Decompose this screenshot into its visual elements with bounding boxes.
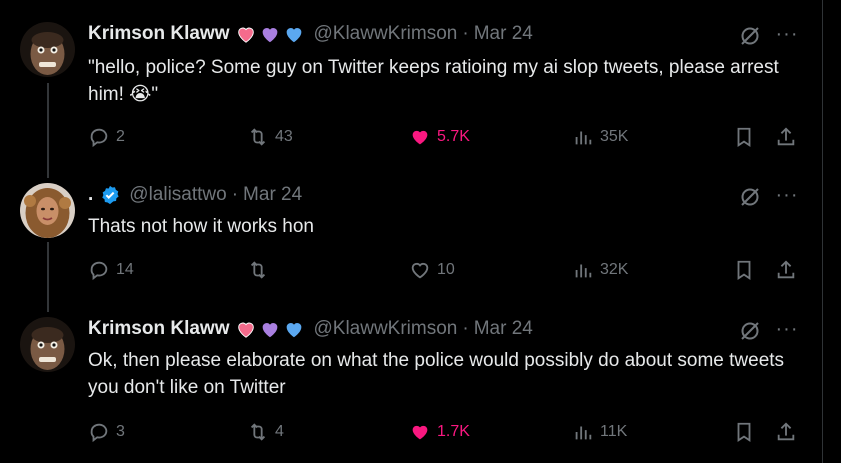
like-button[interactable]: 5.7K — [409, 126, 470, 148]
avatar[interactable] — [20, 22, 75, 77]
timestamp[interactable]: Mar 24 — [474, 318, 533, 340]
view-count: 32K — [600, 261, 629, 278]
reply-count: 14 — [116, 261, 134, 278]
handle[interactable]: @KlawwKrimson — [313, 318, 457, 340]
heart-icon — [411, 262, 429, 279]
share-button[interactable] — [775, 421, 797, 443]
tweet-text: "hello, police? Some guy on Twitter keep… — [88, 57, 779, 105]
avatar[interactable] — [20, 183, 75, 238]
separator: · — [462, 23, 469, 44]
retweet-button[interactable]: 4 — [247, 421, 284, 443]
share-icon — [777, 127, 795, 146]
more-icon[interactable]: ··· — [775, 319, 799, 343]
like-count: 1.7K — [437, 423, 470, 440]
display-name[interactable]: Krimson Klaww — [88, 23, 229, 45]
pink-heart-icon — [238, 322, 255, 338]
tweet[interactable]: . @lalisattwo · Mar 24 ··· Thats not how… — [0, 183, 822, 303]
bookmark-icon — [737, 422, 751, 442]
bookmark-button[interactable] — [733, 259, 755, 281]
share-icon — [777, 260, 795, 279]
separator: · — [231, 184, 239, 205]
tweet[interactable]: Krimson Klaww @KlawwKrimson · Mar 24 ···… — [0, 317, 822, 457]
like-count: 10 — [437, 261, 455, 278]
purple-heart-icon — [263, 28, 278, 43]
purple-heart-icon — [263, 323, 278, 338]
name-emojis — [235, 23, 305, 45]
like-button[interactable]: 10 — [409, 259, 455, 281]
reply-icon — [90, 128, 108, 148]
views-icon — [575, 264, 592, 278]
handle[interactable]: @KlawwKrimson — [313, 23, 457, 45]
tweet-text: Thats not how it works hon — [88, 216, 314, 237]
verified-icon — [102, 185, 119, 205]
display-name[interactable]: . — [88, 184, 93, 206]
bookmark-icon — [737, 127, 751, 147]
retweet-icon — [250, 128, 266, 146]
heart-icon — [412, 425, 428, 440]
retweet-icon — [250, 423, 266, 441]
view-count: 35K — [600, 128, 629, 145]
reply-button[interactable]: 14 — [88, 259, 134, 281]
grok-icon[interactable] — [738, 24, 762, 48]
tweet-header: Krimson Klaww @KlawwKrimson · Mar 24 — [88, 22, 533, 46]
grok-icon[interactable] — [738, 319, 762, 343]
blue-heart-icon — [287, 323, 302, 338]
bookmark-button[interactable] — [733, 126, 755, 148]
grok-icon[interactable] — [738, 185, 762, 209]
bookmark-button[interactable] — [733, 421, 755, 443]
handle[interactable]: @lalisattwo — [129, 184, 226, 206]
views-icon — [575, 426, 592, 440]
views-icon — [575, 131, 592, 145]
name-emojis — [235, 318, 305, 340]
timestamp[interactable]: Mar 24 — [243, 184, 302, 206]
retweet-button[interactable]: 43 — [247, 126, 293, 148]
like-count: 5.7K — [437, 128, 470, 145]
tweet[interactable]: Krimson Klaww @KlawwKrimson · Mar 24 ···… — [0, 22, 822, 162]
share-button[interactable] — [775, 259, 797, 281]
reply-button[interactable]: 2 — [88, 126, 125, 148]
views-button[interactable]: 11K — [572, 421, 627, 443]
avatar[interactable] — [20, 317, 75, 372]
column-border — [822, 0, 823, 463]
reply-icon — [90, 261, 108, 281]
retweet-count: 4 — [275, 423, 284, 440]
share-button[interactable] — [775, 126, 797, 148]
tweet-header: . @lalisattwo · Mar 24 — [88, 183, 302, 207]
reply-icon — [90, 423, 108, 443]
bookmark-icon — [737, 260, 751, 280]
more-icon[interactable]: ··· — [775, 185, 799, 209]
views-button[interactable]: 32K — [572, 259, 628, 281]
timestamp[interactable]: Mar 24 — [474, 23, 533, 45]
heart-icon — [412, 130, 428, 145]
display-name[interactable]: Krimson Klaww — [88, 318, 229, 340]
like-button[interactable]: 1.7K — [409, 421, 470, 443]
reply-count: 3 — [116, 423, 125, 440]
retweet-count: 43 — [275, 128, 293, 145]
pink-heart-icon — [238, 27, 255, 43]
retweet-button[interactable] — [247, 259, 275, 281]
retweet-icon — [250, 261, 266, 279]
reply-button[interactable]: 3 — [88, 421, 125, 443]
reply-count: 2 — [116, 128, 125, 145]
share-icon — [777, 422, 795, 441]
view-count: 11K — [600, 423, 628, 440]
views-button[interactable]: 35K — [572, 126, 628, 148]
tweet-text: Ok, then please elaborate on what the po… — [88, 350, 785, 398]
more-icon[interactable]: ··· — [775, 24, 799, 48]
separator: · — [462, 318, 469, 339]
blue-heart-icon — [287, 28, 302, 43]
tweet-header: Krimson Klaww @KlawwKrimson · Mar 24 — [88, 317, 533, 341]
